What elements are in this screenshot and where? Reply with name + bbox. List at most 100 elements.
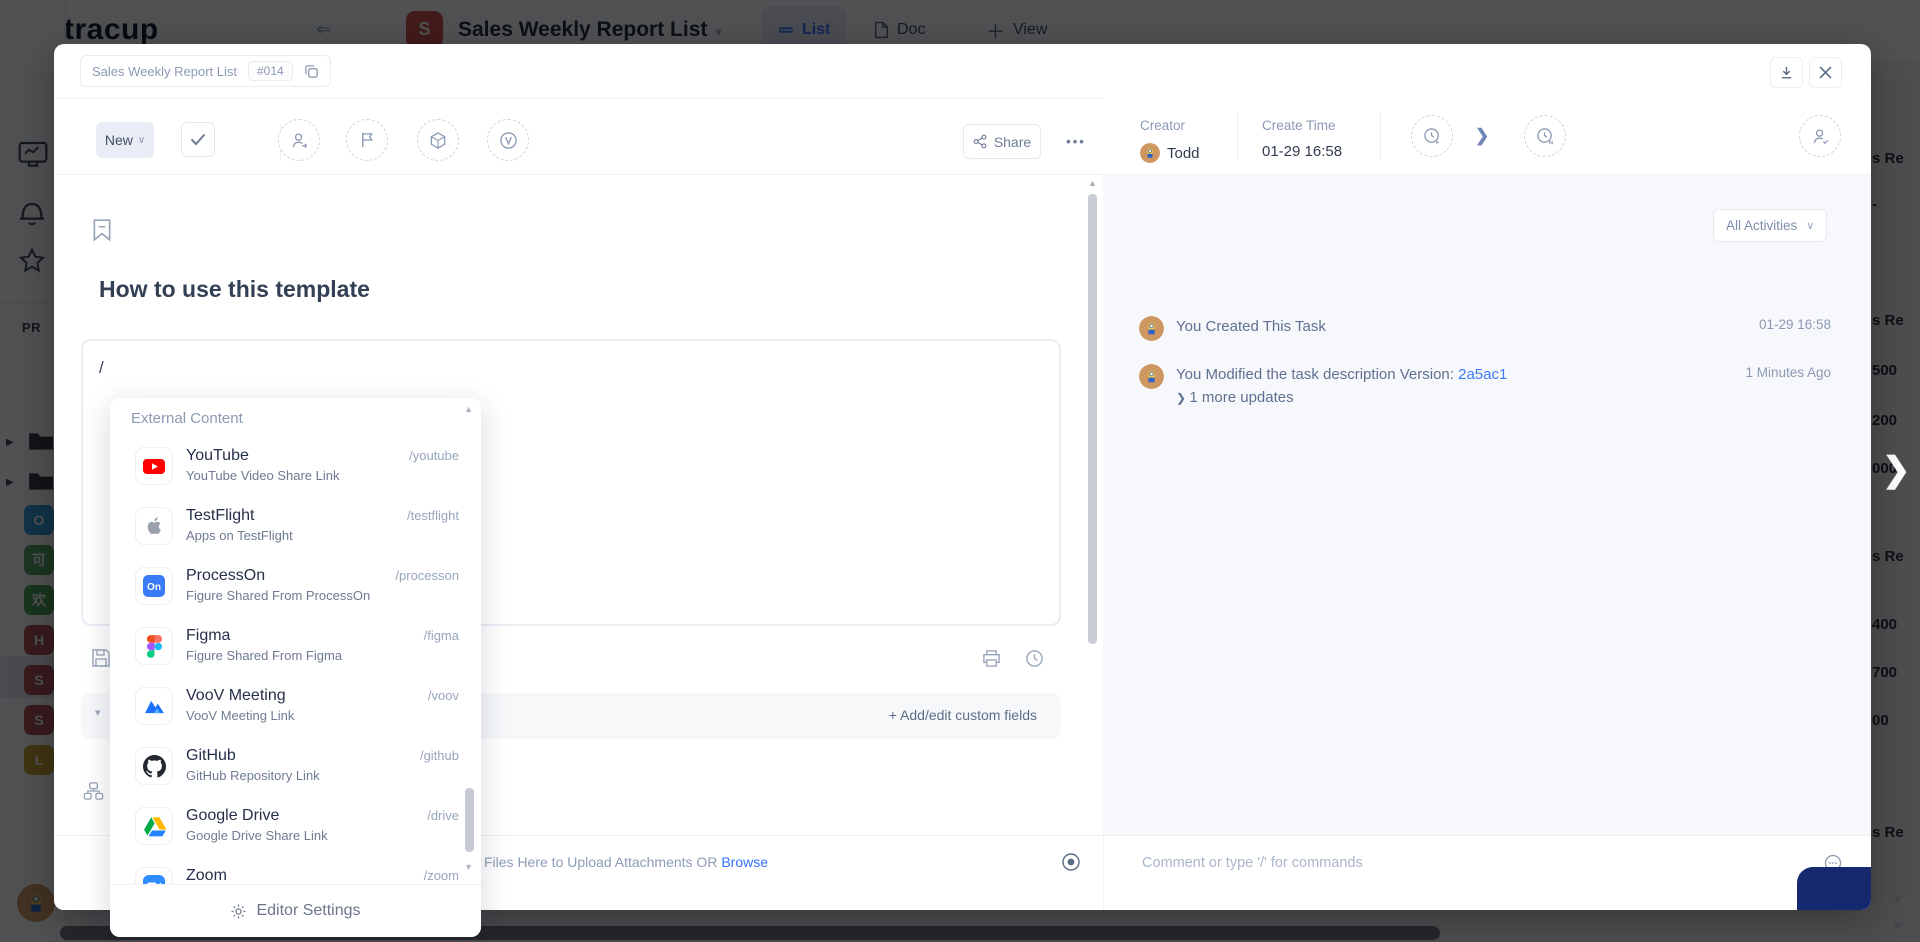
share-label: Share	[993, 133, 1032, 150]
export-down-icon	[1781, 66, 1792, 79]
upload-target-icon[interactable]	[1061, 852, 1081, 872]
creator-value[interactable]: Todd	[1140, 143, 1200, 163]
gear-icon	[231, 904, 246, 918]
menu-scroll-up-arrow[interactable]	[464, 404, 473, 414]
module-cube-button[interactable]	[417, 119, 459, 161]
browse-link[interactable]: Browse	[721, 854, 768, 870]
menu-section-header: External Content	[131, 410, 243, 427]
task-side-panel: Creator Todd Create Time 01-29 16:58 ❯ A…	[1103, 98, 1871, 910]
share-button[interactable]: Share	[963, 124, 1041, 159]
youtube-icon	[135, 447, 173, 485]
scrollbar-thumb[interactable]	[1088, 194, 1097, 644]
check-icon	[190, 133, 206, 146]
menu-item-name: ProcessOn	[186, 567, 266, 584]
toolbar-bottom-border	[54, 174, 1103, 175]
drive-icon	[135, 807, 173, 845]
menu-scrollbar-thumb[interactable]	[465, 788, 474, 852]
subtask-tree-icon[interactable]	[83, 781, 104, 801]
assignee-add-button[interactable]	[278, 119, 320, 161]
slash-menu-item[interactable]: Google Drive /drive Google Drive Share L…	[135, 807, 459, 863]
slash-menu-item[interactable]: VooV Meeting /voov VooV Meeting Link	[135, 687, 459, 743]
slash-menu-item[interactable]: YouTube /youtube YouTube Video Share Lin…	[135, 447, 459, 503]
copy-icon[interactable]	[304, 64, 319, 79]
slash-menu-item[interactable]: TestFlight /testflight Apps on TestFligh…	[135, 507, 459, 563]
status-dropdown-button[interactable]: New	[96, 122, 154, 158]
creator-avatar	[1140, 143, 1160, 163]
scrollbar-up-arrow[interactable]	[1088, 178, 1097, 188]
creator-label: Creator	[1140, 118, 1186, 133]
editor-settings-label: Editor Settings	[256, 902, 361, 919]
minimize-modal-button[interactable]	[1770, 57, 1803, 88]
menu-item-command: /processon	[395, 568, 459, 583]
menu-item-description: Figure Shared From Figma	[186, 648, 343, 663]
menu-scroll-down-arrow[interactable]	[464, 862, 473, 872]
task-meta-header: Creator Todd Create Time 01-29 16:58	[1103, 98, 1871, 175]
menu-item-command: /zoom	[423, 868, 459, 883]
creator-name: Todd	[1167, 144, 1200, 162]
menu-item-name: YouTube	[186, 447, 249, 464]
fields-collapse-caret[interactable]	[95, 706, 101, 719]
menu-item-name: TestFlight	[186, 507, 255, 524]
menu-item-command: /figma	[423, 628, 459, 643]
priority-flag-button[interactable]	[346, 119, 388, 161]
github-icon	[135, 747, 173, 785]
add-custom-fields-button[interactable]: + Add/edit custom fields	[889, 707, 1037, 723]
editor-typed-text: /	[99, 358, 104, 377]
version-link[interactable]: 2a5ac1	[1458, 366, 1507, 383]
bookmark-icon[interactable]	[92, 218, 112, 242]
activity-item: You Created This Task 01-29 16:58	[1139, 316, 1831, 341]
slash-command-menu: External Content YouTube /youtube YouTub…	[110, 398, 481, 937]
person-check-icon	[1813, 128, 1828, 144]
breadcrumb-list-name[interactable]: Sales Weekly Report List	[92, 64, 237, 79]
clock-end-icon	[1536, 127, 1553, 144]
activity-avatar	[1139, 364, 1164, 389]
create-time-label: Create Time	[1262, 118, 1336, 133]
expand-panel-chevron[interactable]: ❯	[1882, 450, 1911, 490]
processon-icon: On	[135, 567, 173, 605]
menu-item-name: GitHub	[186, 747, 236, 764]
start-time-button[interactable]	[1411, 115, 1453, 157]
activity-avatar	[1139, 316, 1164, 341]
comment-bar[interactable]: Comment or type '/' for commands	[1103, 835, 1871, 910]
more-updates-toggle[interactable]: 1 more updates	[1176, 389, 1507, 406]
drop-hint-text: Files Here to Upload Attachments OR	[484, 854, 722, 870]
task-id-badge: #014	[248, 61, 293, 81]
activity-time: 01-29 16:58	[1758, 317, 1831, 332]
slash-menu-item[interactable]: GitHub /github GitHub Repository Link	[135, 747, 459, 803]
editor-settings-button[interactable]: Editor Settings	[110, 884, 481, 937]
save-icon[interactable]	[91, 648, 111, 668]
activity-text: You Created This Task	[1176, 318, 1326, 335]
menu-item-description: Google Drive Share Link	[186, 828, 328, 843]
print-icon[interactable]	[982, 649, 1001, 668]
menu-item-description: YouTube Video Share Link	[186, 468, 340, 483]
menu-item-description: GitHub Repository Link	[186, 768, 320, 783]
slash-menu-item[interactable]: Zoom /zoom	[135, 867, 459, 884]
clock-start-icon	[1423, 127, 1439, 144]
content-scrollbar[interactable]	[1087, 178, 1099, 835]
more-actions-button[interactable]	[1056, 126, 1096, 156]
breadcrumb[interactable]: Sales Weekly Report List #014	[80, 55, 331, 87]
slash-menu-item[interactable]: On ProcessOn /processon Figure Shared Fr…	[135, 567, 459, 623]
activity-filter-label: All Activities	[1726, 218, 1798, 233]
activity-text-main: You Modified the task description Versio…	[1176, 366, 1459, 383]
history-clock-icon[interactable]	[1025, 649, 1044, 668]
close-modal-button[interactable]	[1809, 57, 1842, 88]
comment-input-placeholder[interactable]: Comment or type '/' for commands	[1142, 855, 1363, 871]
screen: tracup ⇐ S Sales Weekly Report List ≔ Li…	[0, 0, 1920, 942]
slash-menu-item[interactable]: Figma /figma Figure Shared From Figma	[135, 627, 459, 683]
voov-icon	[135, 687, 173, 725]
task-title[interactable]: How to use this template	[99, 276, 370, 303]
meta-divider	[1237, 112, 1238, 160]
figma-icon	[135, 627, 173, 665]
send-comment-button[interactable]	[1797, 867, 1871, 910]
menu-item-command: /youtube	[409, 448, 459, 463]
meta-divider	[1380, 112, 1381, 160]
close-icon	[1819, 66, 1832, 79]
due-time-button[interactable]	[1524, 115, 1566, 157]
watcher-button[interactable]	[1799, 115, 1841, 157]
create-time-value: 01-29 16:58	[1262, 143, 1343, 160]
complete-task-button[interactable]	[181, 122, 215, 157]
menu-item-command: /voov	[427, 688, 459, 703]
version-button[interactable]	[487, 119, 529, 161]
activity-filter-dropdown[interactable]: All Activities	[1713, 209, 1828, 242]
